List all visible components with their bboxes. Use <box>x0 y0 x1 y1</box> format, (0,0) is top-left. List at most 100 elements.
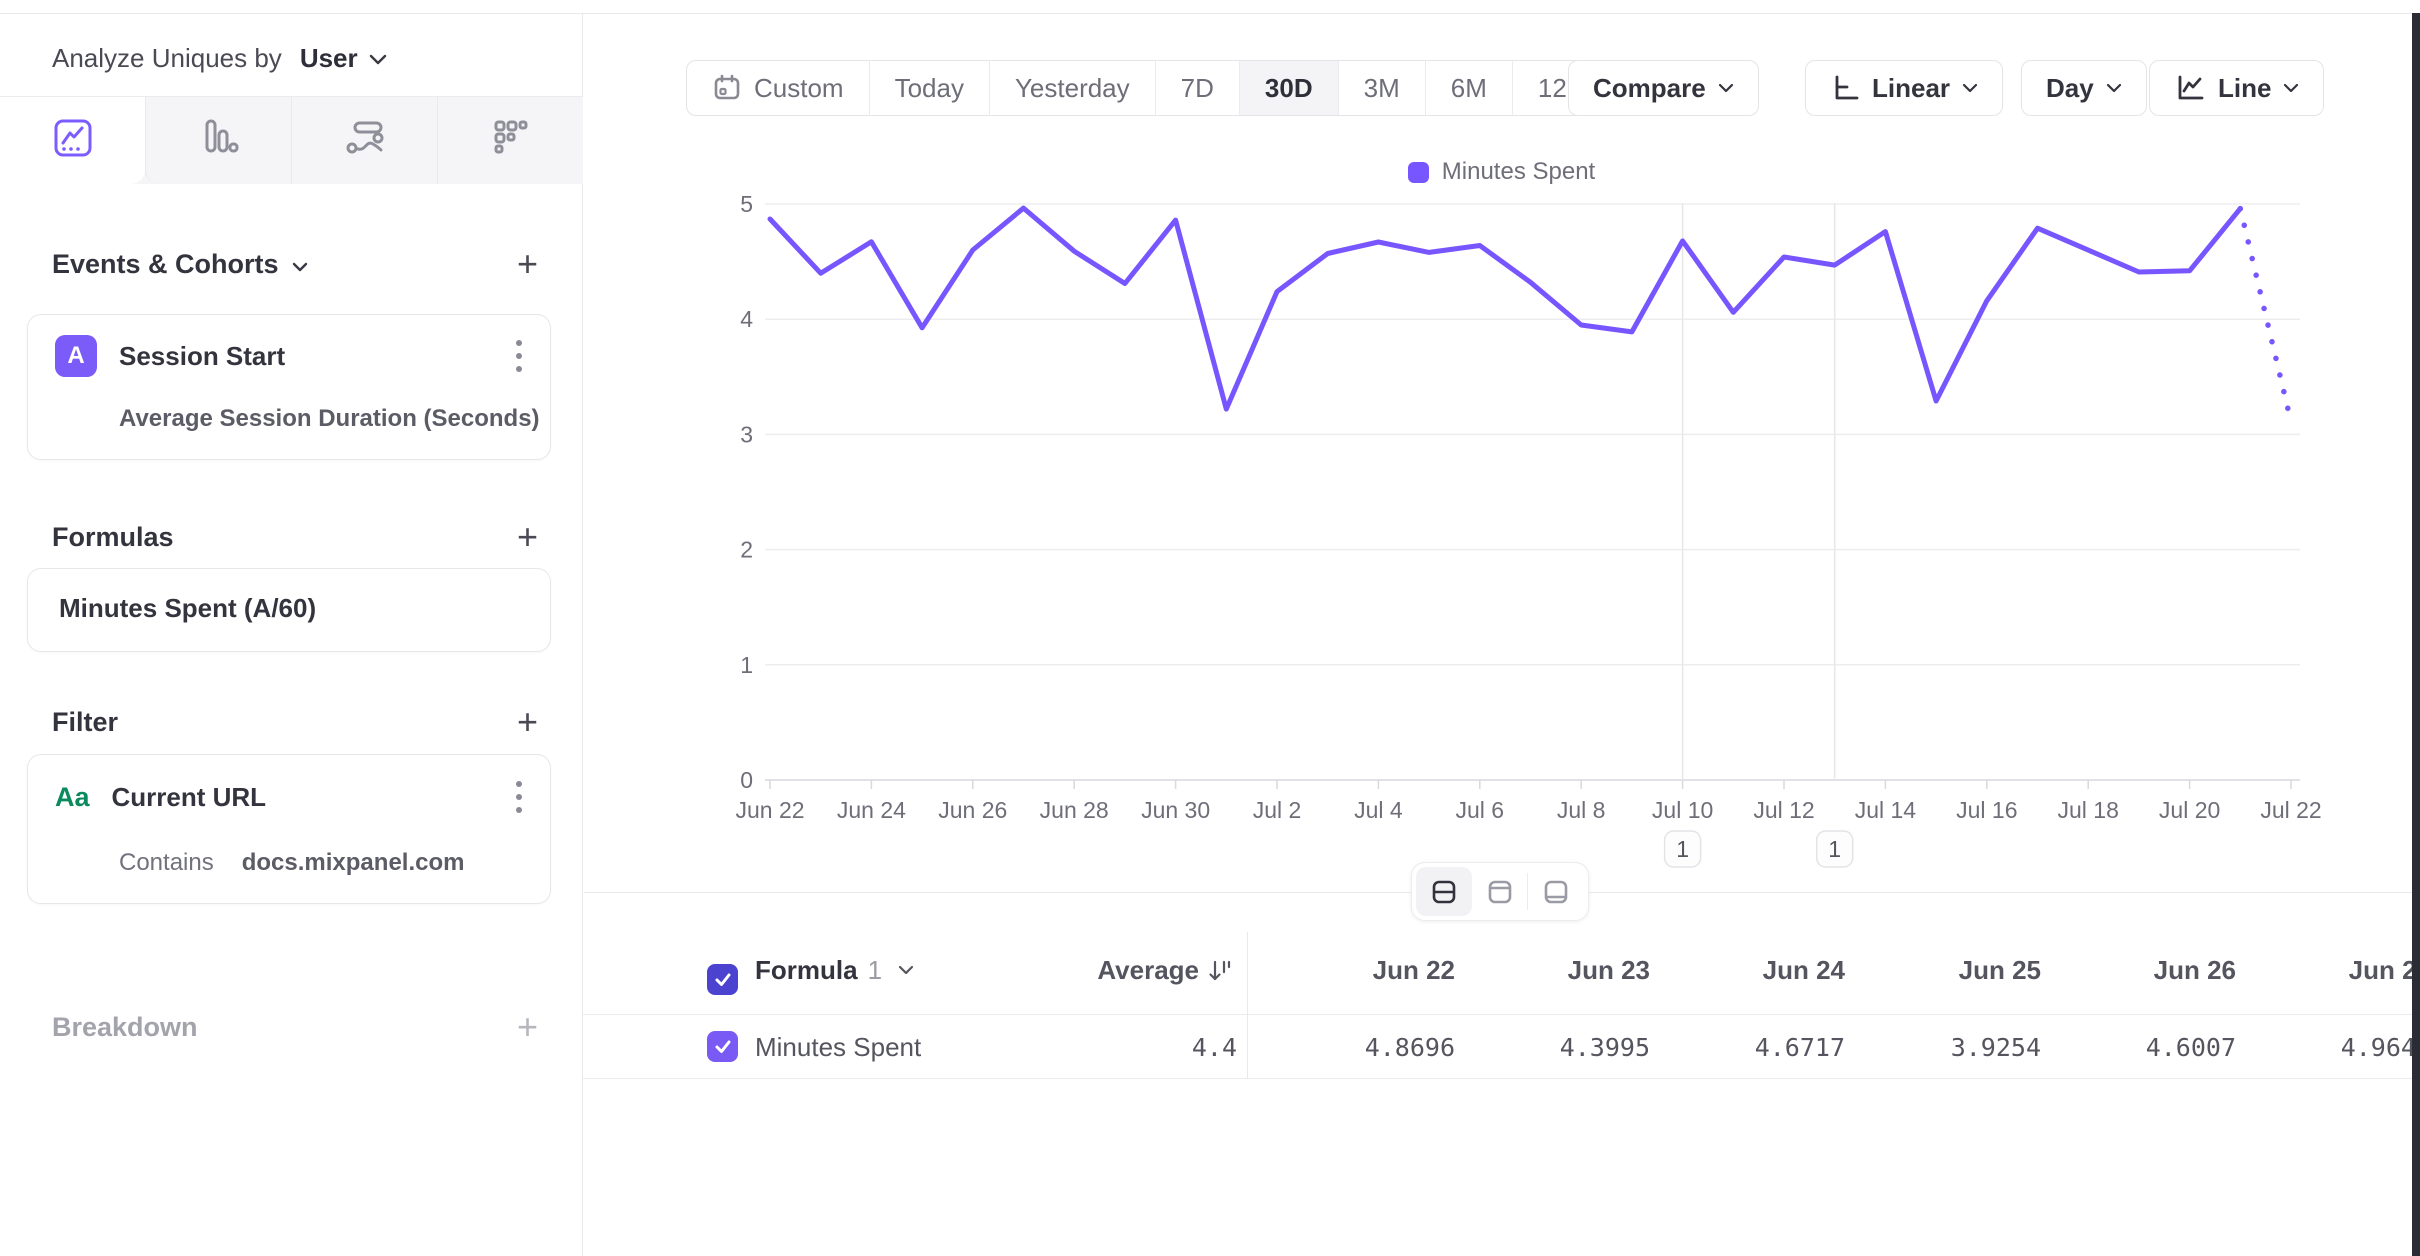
events-cohorts-title: Events & Cohorts <box>52 249 279 280</box>
add-event-button[interactable]: + <box>517 246 538 282</box>
cell-value-jun-23: 4.3995 <box>1490 1015 1650 1079</box>
date-range-yesterday[interactable]: Yesterday <box>990 61 1156 115</box>
row-checkbox[interactable] <box>707 1031 738 1062</box>
series-line-minutes-spent[interactable] <box>770 208 2240 409</box>
tab-flow[interactable] <box>292 97 438 184</box>
date-range-label: 6M <box>1451 73 1487 104</box>
x-tick-label: Jul 10 <box>1652 797 1713 823</box>
compare-label: Compare <box>1593 73 1706 104</box>
cell-value-jun-27: 4.9640 <box>2271 1015 2420 1079</box>
formula-card[interactable]: Minutes Spent (A/60) <box>27 568 551 652</box>
date-range-custom[interactable]: Custom <box>687 61 870 115</box>
column-header-jun-24[interactable]: Jun 24 <box>1685 926 1845 1015</box>
date-range-today[interactable]: Today <box>870 61 990 115</box>
cell-value-jun-25: 3.9254 <box>1881 1015 2041 1079</box>
breakdown-title: Breakdown <box>52 1012 198 1043</box>
add-filter-button[interactable]: + <box>517 704 538 740</box>
retention-grid-icon <box>488 115 534 166</box>
y-tick-label: 3 <box>740 421 753 447</box>
y-tick-label: 5 <box>740 191 753 217</box>
filter-operator[interactable]: Contains <box>119 849 214 876</box>
date-range-7d[interactable]: 7D <box>1156 61 1240 115</box>
chart-canvas[interactable]: 012345Jun 22Jun 24Jun 26Jun 28Jun 30Jul … <box>583 190 2420 890</box>
cell-value-jun-24: 4.6717 <box>1685 1015 1845 1079</box>
filter-title: Filter <box>52 707 118 738</box>
x-tick-label: Jul 18 <box>2058 797 2119 823</box>
filter-value[interactable]: docs.mixpanel.com <box>242 849 465 876</box>
table-column-divider <box>1247 932 1248 1079</box>
kebab-menu-icon[interactable] <box>512 777 526 817</box>
chevron-down-icon <box>898 965 914 976</box>
column-header-jun-23[interactable]: Jun 23 <box>1490 926 1650 1015</box>
filter-card-current-url[interactable]: Aa Current URL Containsdocs.mixpanel.com <box>27 754 551 904</box>
average-column-header[interactable]: Average <box>1097 926 1233 1015</box>
column-header-jun-25[interactable]: Jun 25 <box>1881 926 2041 1015</box>
filter-condition[interactable]: Contains docs.mixpanel.com <box>119 849 464 877</box>
add-formula-button[interactable]: + <box>517 519 538 555</box>
annotation-badge-label: 1 <box>1828 836 1841 862</box>
legend-swatch <box>1408 162 1429 183</box>
add-breakdown-button[interactable]: + <box>517 1009 538 1045</box>
column-header-jun-27[interactable]: Jun 27 <box>2271 926 2420 1015</box>
chart-only-view-toggle[interactable] <box>1472 867 1528 916</box>
x-tick-label: Jul 8 <box>1557 797 1606 823</box>
tab-bar-chart[interactable] <box>145 97 292 184</box>
series-row-label: Minutes Spent <box>755 1015 921 1079</box>
split-view-toggle[interactable] <box>1416 867 1472 916</box>
event-card-session-start[interactable]: A Session Start Average Session Duration… <box>27 314 551 460</box>
window-edge <box>2412 13 2420 1256</box>
column-header-jun-26[interactable]: Jun 26 <box>2076 926 2236 1015</box>
calendar-icon <box>712 73 742 103</box>
x-tick-label: Jun 24 <box>837 797 906 823</box>
analyze-uniques-control: Analyze Uniques by User <box>52 36 388 80</box>
chevron-down-icon <box>1962 83 1978 94</box>
date-range-selector: CustomTodayYesterday7D30D3M6M12M <box>686 60 1614 116</box>
chevron-down-icon[interactable] <box>368 43 388 74</box>
chart-type-selector-button[interactable]: Line <box>2149 60 2324 116</box>
chevron-down-icon <box>1718 83 1734 94</box>
date-range-label: Today <box>895 73 964 104</box>
chevron-down-icon[interactable] <box>291 249 309 280</box>
formulas-title: Formulas <box>52 522 174 553</box>
x-tick-label: Jun 26 <box>938 797 1007 823</box>
date-range-label: 7D <box>1181 73 1214 104</box>
event-aggregation[interactable]: Average Session Duration (Seconds) <box>119 405 540 433</box>
table-data-row: Minutes Spent 4.4 4.86964.39954.67173.92… <box>583 1015 2420 1079</box>
x-tick-label: Jul 22 <box>2260 797 2321 823</box>
date-range-label: Yesterday <box>1015 73 1130 104</box>
breakdown-header: Breakdown + <box>52 1009 538 1045</box>
date-range-3m[interactable]: 3M <box>1339 61 1426 115</box>
y-tick-label: 0 <box>740 767 753 793</box>
cell-value-jun-26: 4.6007 <box>2076 1015 2236 1079</box>
tab-line-chart[interactable] <box>0 97 145 184</box>
string-property-icon: Aa <box>55 782 90 813</box>
kebab-menu-icon[interactable] <box>512 336 526 376</box>
y-tick-label: 1 <box>740 652 753 678</box>
legend-label: Minutes Spent <box>1442 158 1595 186</box>
date-range-label: 3M <box>1364 73 1400 104</box>
column-header-jun-22[interactable]: Jun 22 <box>1295 926 1455 1015</box>
interval-selector-button[interactable]: Day <box>2021 60 2147 116</box>
series-line-incomplete-segment <box>2240 209 2291 422</box>
date-range-label: Custom <box>754 73 844 104</box>
average-value: 4.4 <box>1117 1015 1237 1079</box>
select-all-checkbox[interactable] <box>707 964 738 995</box>
chevron-down-icon <box>2106 83 2122 94</box>
analyze-value-dropdown[interactable]: User <box>300 43 358 74</box>
scale-selector-button[interactable]: Linear <box>1805 60 2003 116</box>
tab-retention-grid[interactable] <box>438 97 583 184</box>
bar-chart-icon <box>196 115 242 166</box>
table-only-view-toggle[interactable] <box>1528 867 1584 916</box>
flow-icon <box>342 115 388 166</box>
compare-button[interactable]: Compare <box>1568 60 1759 116</box>
y-tick-label: 4 <box>740 306 753 332</box>
date-range-6m[interactable]: 6M <box>1426 61 1513 115</box>
chevron-down-icon <box>2283 83 2299 94</box>
y-tick-label: 2 <box>740 537 753 563</box>
interval-label: Day <box>2046 73 2094 104</box>
formula-expression: Minutes Spent (A/60) <box>59 593 316 624</box>
x-tick-label: Jul 12 <box>1753 797 1814 823</box>
date-range-30d[interactable]: 30D <box>1240 61 1339 115</box>
formula-group-header[interactable]: Formula 1 <box>755 926 914 1015</box>
scale-label: Linear <box>1872 73 1950 104</box>
